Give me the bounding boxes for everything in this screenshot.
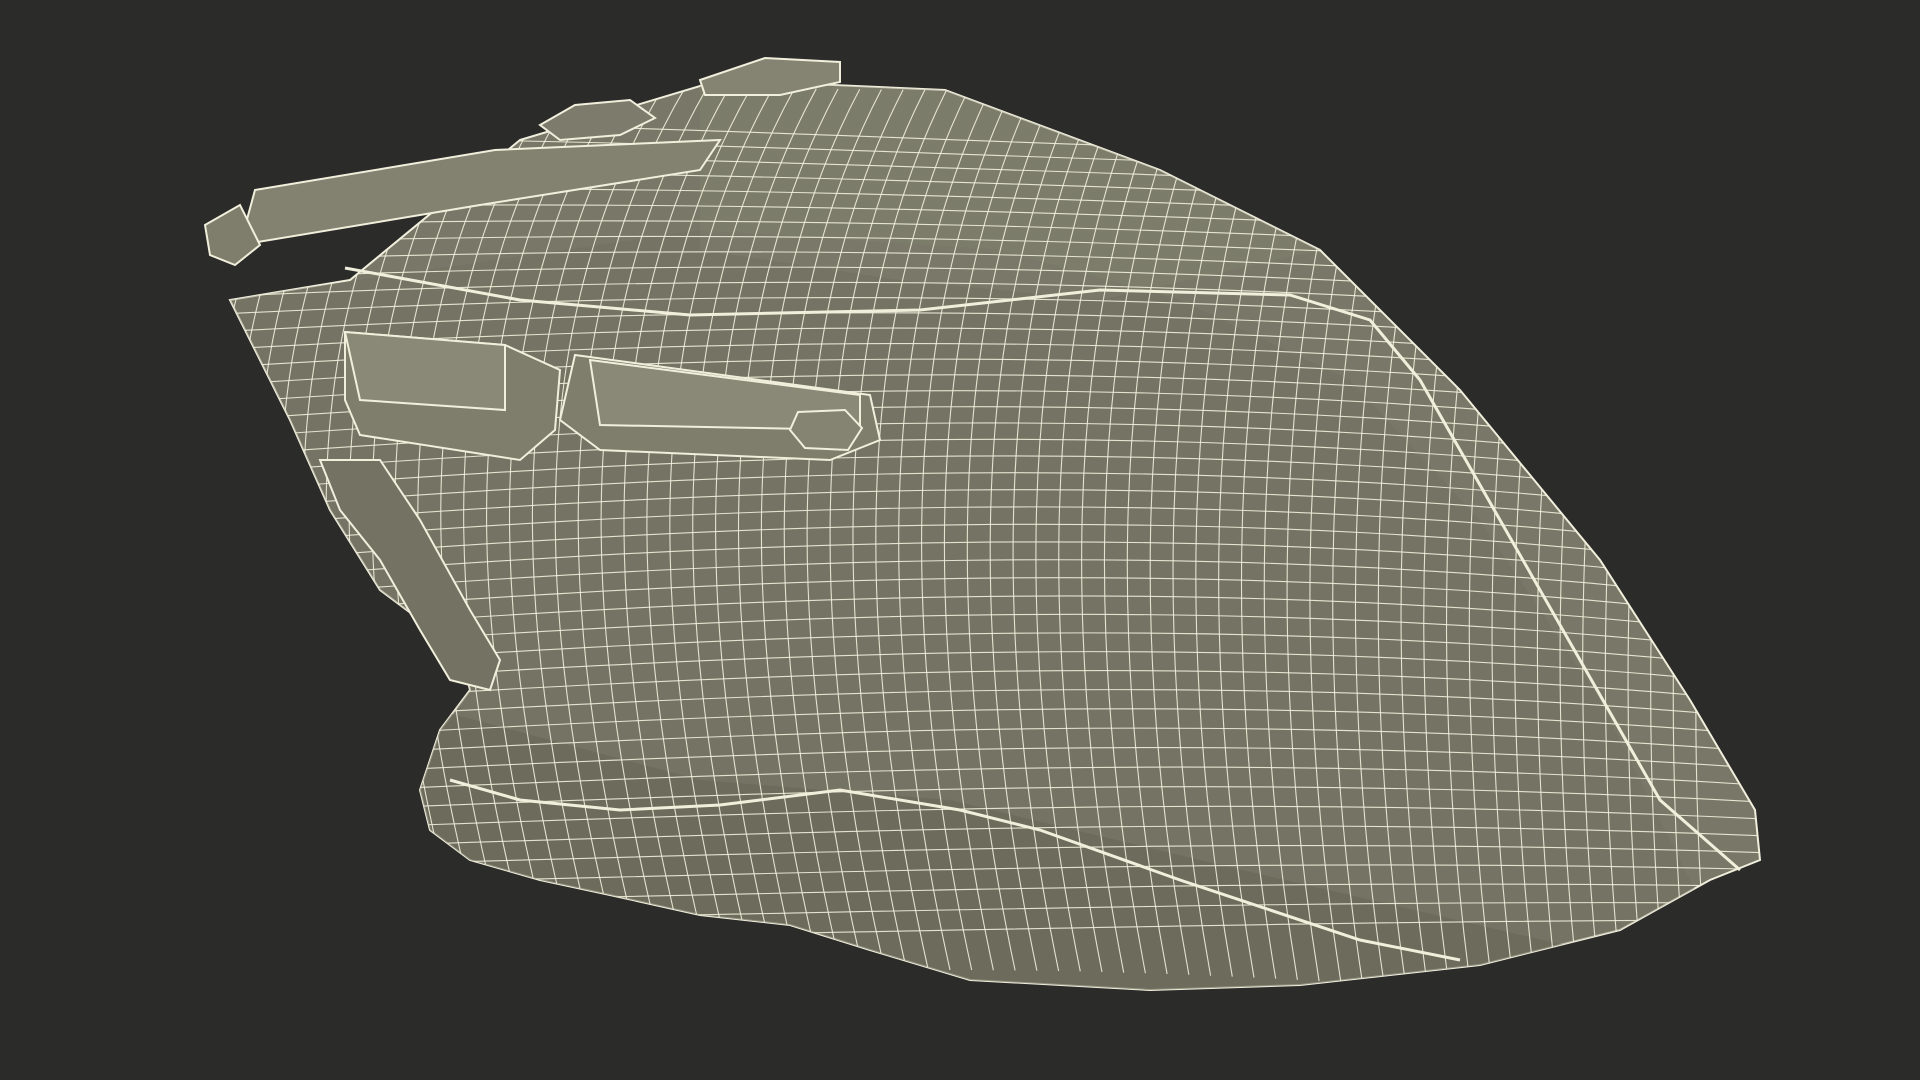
viewport [0,0,1920,1080]
mesh-line [230,80,231,990]
mouse-wireframe-render [203,56,1762,992]
